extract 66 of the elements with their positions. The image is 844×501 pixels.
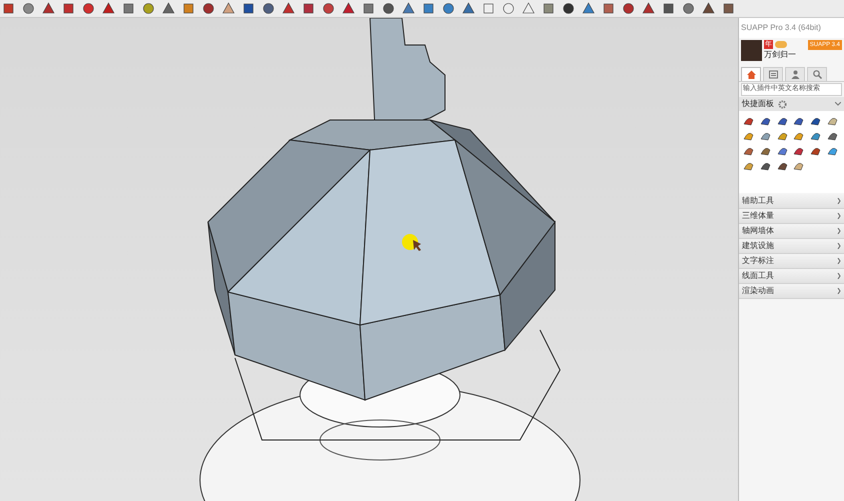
tool-icon[interactable] bbox=[222, 2, 235, 15]
tool-icon[interactable] bbox=[62, 2, 75, 15]
tool-icon[interactable] bbox=[122, 2, 135, 15]
panel-title: SUAPP Pro 3.4 (64bit) bbox=[739, 18, 844, 38]
tool-icon[interactable] bbox=[82, 2, 95, 15]
panel-tab[interactable] bbox=[763, 67, 783, 81]
tool-icon[interactable] bbox=[682, 2, 695, 15]
tool-icon[interactable] bbox=[622, 2, 635, 15]
gear-icon[interactable] bbox=[778, 100, 787, 108]
category-label: 轴网墙体 bbox=[742, 225, 774, 237]
panel-heading: 快捷面板 bbox=[742, 98, 774, 110]
tool-icon[interactable] bbox=[42, 2, 55, 15]
tool-icon[interactable] bbox=[642, 2, 655, 15]
tool-icon[interactable] bbox=[542, 2, 555, 15]
tool-icon[interactable] bbox=[362, 2, 375, 15]
tool-icon[interactable] bbox=[402, 2, 415, 15]
user-icon bbox=[790, 69, 800, 80]
tool-icon[interactable] bbox=[462, 2, 475, 15]
tool-icon[interactable] bbox=[602, 2, 615, 15]
category-label: 建筑设施 bbox=[742, 240, 774, 252]
tool-icon[interactable] bbox=[382, 2, 395, 15]
category-item[interactable]: 渲染动画 bbox=[739, 284, 844, 299]
tool-icon[interactable] bbox=[262, 2, 275, 15]
category-label: 线面工具 bbox=[742, 270, 774, 282]
vip-icon bbox=[775, 41, 787, 48]
category-label: 文字标注 bbox=[742, 255, 774, 267]
tool-icon[interactable] bbox=[182, 2, 195, 15]
category-item[interactable]: 文字标注 bbox=[739, 254, 844, 269]
tool-icon[interactable] bbox=[502, 2, 515, 15]
tool-icon[interactable] bbox=[162, 2, 175, 15]
category-label: 渲染动画 bbox=[742, 285, 774, 297]
tool-icon[interactable] bbox=[702, 2, 715, 15]
category-item[interactable]: 建筑设施 bbox=[739, 239, 844, 254]
home-icon bbox=[746, 69, 756, 80]
tool-icon[interactable] bbox=[22, 2, 35, 15]
category-label: 三维体量 bbox=[742, 210, 774, 222]
avatar-placeholder bbox=[741, 40, 762, 61]
tool-icon[interactable] bbox=[102, 2, 115, 15]
tool-icon[interactable] bbox=[202, 2, 215, 15]
search-icon bbox=[812, 69, 822, 80]
category-item[interactable]: 线面工具 bbox=[739, 269, 844, 284]
panel-tab[interactable] bbox=[741, 67, 761, 81]
tool-icon[interactable] bbox=[302, 2, 315, 15]
tool-icon[interactable] bbox=[662, 2, 675, 15]
caret-icon[interactable] bbox=[835, 102, 841, 106]
category-item[interactable]: 辅助工具 bbox=[739, 194, 844, 209]
panel-tab[interactable] bbox=[807, 67, 827, 81]
cursor-icon bbox=[402, 234, 421, 251]
tool-icon[interactable] bbox=[142, 2, 155, 15]
list-icon bbox=[768, 69, 778, 80]
tool-icon[interactable] bbox=[562, 2, 575, 15]
tool-icon[interactable] bbox=[722, 2, 735, 15]
category-label: 辅助工具 bbox=[742, 195, 774, 207]
tool-icon[interactable] bbox=[422, 2, 435, 15]
tool-icon[interactable] bbox=[442, 2, 455, 15]
tool-icon[interactable] bbox=[2, 2, 15, 15]
tool-icon[interactable] bbox=[342, 2, 355, 15]
user-name: 万剑归一 bbox=[764, 49, 796, 61]
tool-icon[interactable] bbox=[242, 2, 255, 15]
tool-icon[interactable] bbox=[282, 2, 295, 15]
tool-icon[interactable] bbox=[522, 2, 535, 15]
tool-icon[interactable] bbox=[322, 2, 335, 15]
tool-icon[interactable] bbox=[582, 2, 595, 15]
category-item[interactable]: 三维体量 bbox=[739, 209, 844, 224]
category-item[interactable]: 轴网墙体 bbox=[739, 224, 844, 239]
panel-tab[interactable] bbox=[785, 67, 805, 81]
